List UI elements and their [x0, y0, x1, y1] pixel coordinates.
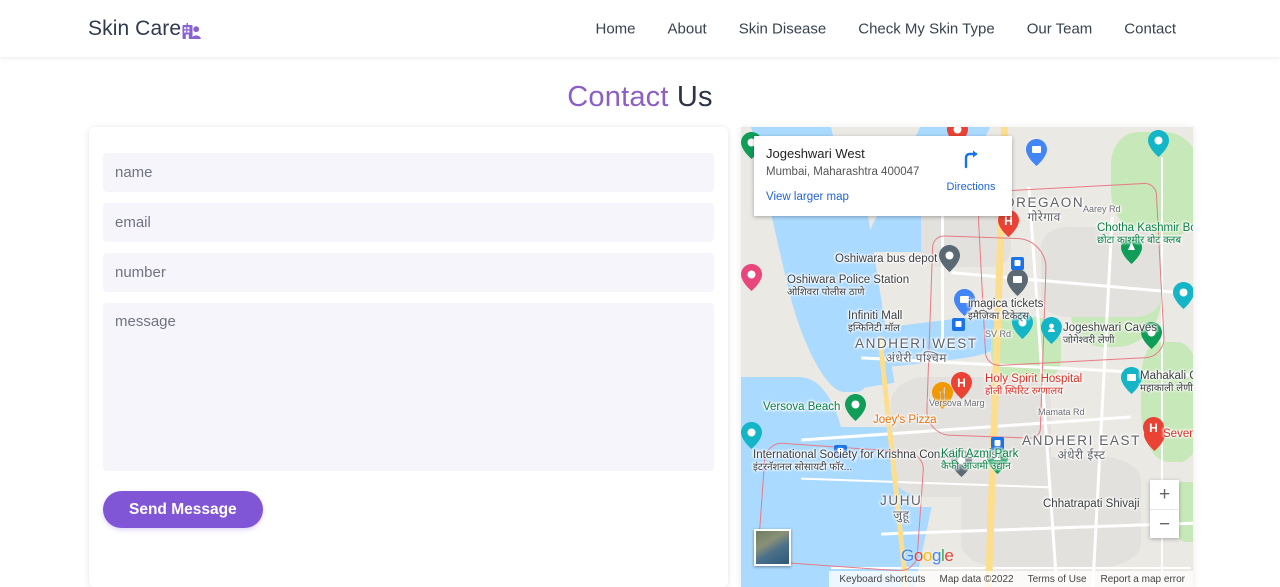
nav-item-our-team[interactable]: Our Team	[1011, 14, 1109, 43]
map-label-goregaon: OREGAON गोरेगाव	[1004, 195, 1085, 224]
map-label-mamata-rd: Mamata Rd	[1038, 407, 1085, 417]
page-body: Contact Us Send Message	[0, 57, 1280, 587]
nav-item-contact[interactable]: Contact	[1108, 14, 1192, 43]
map-label-versova-marg: Versova Marg	[929, 398, 985, 408]
page-title-rest: Us	[668, 81, 713, 113]
page-title: Contact Us	[0, 57, 1280, 114]
report-map-error-link[interactable]: Report a map error	[1101, 574, 1185, 585]
main-navigation: Home About Skin Disease Check My Skin Ty…	[579, 14, 1192, 43]
map-zoom-in-button[interactable]: +	[1150, 480, 1179, 509]
map-label-chhatrapati-shivaji: Chhatrapati Shivaji	[1043, 498, 1140, 510]
map-pin-holy-spirit-hospital[interactable]: H	[951, 372, 972, 399]
keyboard-shortcuts-link[interactable]: Keyboard shortcuts	[839, 574, 925, 585]
map-pin-teal[interactable]	[1173, 282, 1193, 309]
nav-item-about[interactable]: About	[652, 14, 723, 43]
map-pin-oberoi-mall[interactable]	[1026, 139, 1047, 166]
map-attribution-bar: Keyboard shortcuts Map data ©2022 Terms …	[829, 571, 1193, 587]
map-label-imagica-tickets: imagica tickets इमैजिका टिकेट्स	[968, 298, 1044, 322]
map-label-chotha-kashmir: Chotha Kashmir Boat Clubछोटा काश्मीर बोट…	[1097, 222, 1193, 246]
map-label-oshiwara-police: Oshiwara Police Station ओशिवरा पोलीस ठाणे	[787, 274, 910, 298]
map-pin-oshiwara-bus-depot[interactable]	[939, 245, 960, 272]
map-zoom-controls: + −	[1150, 480, 1179, 538]
map-info-card: Jogeshwari West Mumbai, Maharashtra 4000…	[754, 136, 1012, 216]
map-zoom-out-button[interactable]: −	[1150, 510, 1179, 539]
map-label-versova-beach: Versova Beach	[763, 401, 841, 413]
map-label-joeys-pizza: Joey's Pizza	[873, 414, 937, 426]
map-label-seven: Seven	[1163, 428, 1193, 440]
map-pin-mahakali-caves[interactable]	[1121, 367, 1142, 394]
map-label-juhu: JUHU जुहू	[880, 493, 923, 522]
map-pin-oshiwara-police-station[interactable]	[1007, 269, 1028, 296]
google-logo-o1: o	[913, 546, 923, 565]
google-logo-e: e	[944, 546, 954, 565]
terms-of-use-link[interactable]: Terms of Use	[1028, 574, 1087, 585]
contact-form: Send Message	[103, 153, 714, 528]
google-logo-o2: o	[922, 546, 932, 565]
map-label-sv-rd: SV Rd	[985, 329, 1012, 339]
directions-label: Directions	[946, 181, 996, 193]
number-input[interactable]	[103, 253, 714, 292]
brand-logo[interactable]: Skin Care	[88, 16, 202, 41]
directions-arrow-icon	[940, 147, 1002, 174]
page-title-accent: Contact	[567, 81, 669, 113]
map-label-andheri-west: ANDHERI WEST अंधेरी पश्चिम	[855, 336, 978, 365]
clinic-building-person-icon	[182, 22, 202, 39]
brand-label: Skin Care	[88, 16, 182, 40]
map-pin-jogeshwari-caves[interactable]	[1041, 317, 1062, 344]
map-label-andheri-east: ANDHERI EAST अंधेरी ईस्ट	[1022, 433, 1141, 462]
send-message-button[interactable]: Send Message	[103, 491, 263, 528]
contact-form-card: Send Message	[89, 127, 728, 587]
nav-item-home[interactable]: Home	[579, 14, 651, 43]
map-transit-marker[interactable]	[1011, 257, 1024, 270]
map-label-oshiwara-bus-depot: Oshiwara bus depot	[835, 253, 938, 265]
nav-item-skin-disease[interactable]: Skin Disease	[723, 14, 843, 43]
svg-text:H: H	[1149, 421, 1158, 435]
map-directions-button[interactable]: Directions	[940, 147, 1002, 195]
email-input[interactable]	[103, 203, 714, 242]
google-logo[interactable]: Google	[901, 546, 954, 566]
map-transit-marker[interactable]	[952, 318, 965, 331]
map-pin-teal[interactable]	[1148, 130, 1169, 157]
nav-item-check-my-skin-type[interactable]: Check My Skin Type	[842, 14, 1010, 43]
google-logo-g2: g	[931, 546, 942, 565]
svg-text:H: H	[957, 376, 966, 390]
site-header: Skin Care Home About Skin Disease Check …	[0, 0, 1280, 57]
map-data-copyright: Map data ©2022	[939, 573, 1014, 585]
name-input[interactable]	[103, 153, 714, 192]
message-textarea[interactable]	[103, 303, 714, 471]
map-label-holy-spirit: Holy Spirit Hospital होली स्पिरिट रुग्णाल…	[985, 373, 1083, 397]
map-pin-pink[interactable]	[741, 264, 762, 291]
map-pin-seven-hills[interactable]: H	[1143, 417, 1164, 444]
map-label-aarey-rd: Aarey Rd	[1083, 204, 1121, 214]
map-pin-teal[interactable]	[741, 422, 762, 449]
map-pin-versova-beach[interactable]	[845, 394, 866, 421]
google-logo-g1: G	[901, 546, 914, 565]
map-label-infiniti-mall: Infiniti Mall इन्फिनिटी मॉल	[848, 310, 903, 334]
map-label-kaifi-azmi-park: Kaifi Azmi Park कैफी आजमी उद्यान	[941, 448, 1019, 472]
map-label-mahakali: Mahakali C महाकाली लेणी	[1140, 370, 1193, 394]
google-map-embed[interactable]: H H H 🍴 H	[741, 127, 1193, 587]
map-satellite-thumbnail-button[interactable]	[754, 529, 791, 566]
map-label-jogeshwari-caves: Jogeshwari Caves जोगेश्वरी लेणी	[1063, 322, 1157, 346]
